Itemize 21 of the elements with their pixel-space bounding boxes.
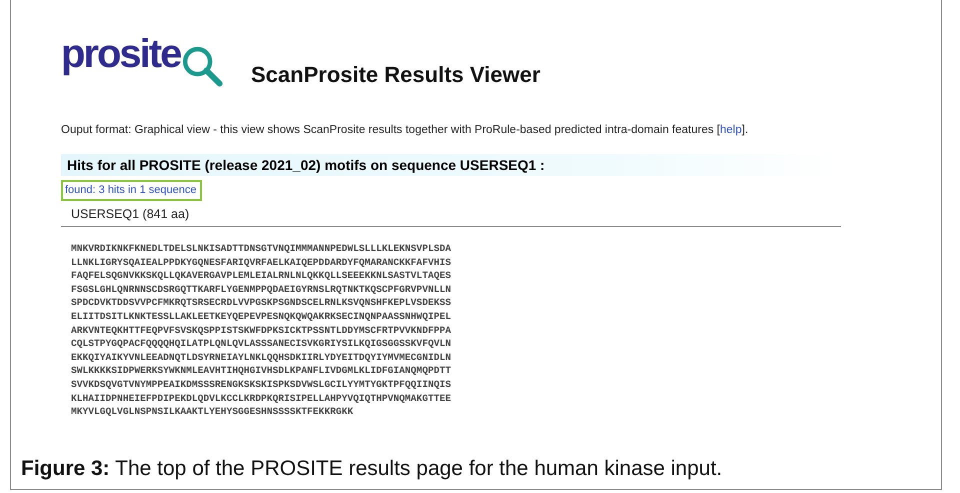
sequence-line: SVVKDSQVGTVNYMPPEAIKDMSSSRENGKSKSKISPKSDVWSLGCILYYMTYGKTPFQQIINQIS xyxy=(71,378,451,392)
figure-caption: Figure 3: The top of the PROSITE results page for the human kinase input. xyxy=(20,457,724,482)
found-link[interactable]: found: 3 hits in 1 sequence xyxy=(61,180,202,201)
sequence-line: CQLSTPYGQPACFQQQQHQILATPLQNLQVLASSSANECISVKGRIYSILKQIGSGGSSKVFQVLN xyxy=(71,337,451,351)
description-text: Ouput format: Graphical view - this view shows ScanProsite results together with ProRule-based predicted intra-domain features [help]. xyxy=(61,124,750,136)
sequence-line: KLHAIIDPNHEIEFPDIPEKDLQDVLKCCLKRDPKQRISIPELLAHPYVQIQTHPVNQMAKGTTEE xyxy=(71,392,451,406)
sequence-name: USERSEQ1 (841 aa) xyxy=(61,202,841,227)
help-link[interactable]: help xyxy=(720,124,742,136)
sequence-line: SWLKKKKSIDPWERKSYWKNMLEAVHTIHQHGIVHSDLKPANFLIVDGMLKLIDFGIANQMQPDTT xyxy=(71,364,451,378)
sequence-line: SPDCDVKTDDSVVPCFMKRQTSRSECRDLVVPGSKPSGNDSCELRNLKSVQNSHFKEPLVSDEKSS xyxy=(71,296,451,310)
sequence-line: ARKVNTEQKHTTFEQPVFSVSKQSPPISTSKWFDPKSICKTPSSNTLDDYMSCFRTPVVKNDFPPA xyxy=(71,324,451,338)
sequence-line: LLNKLIGRYSQAIEALPPDKYGQNESFARIQVRFAELKAIQEPDDARDYFQMARANCKKFAFVHIS xyxy=(71,256,451,270)
logo-text: prosite xyxy=(61,31,180,78)
sequence-line: MKYVLGQLVGLNSPNSILKAAKTLYEHYSGGESHNSSSSKTFEKKRGKK xyxy=(71,405,354,419)
sequence-line: MNKVRDIKNKFKNEDLTDELSLNKISADTTDNSGTVNQIMMMANNPEDWLSLLLKLEKNSVPLSDA xyxy=(71,242,451,256)
sequence-line: FSGSLGHLQNRNNSCDSRGQTTKARFLYGENMPPQDAEIGYRNSLRQTNKTKQSCPFGRVPVNLLN xyxy=(71,282,451,296)
sequence-line: EKKQIYAIKYVNLEEADNQTLDSYRNEIAYLNKLQQHSDKIIRLYDYEITDQYIYMVMECGNIDLN xyxy=(71,350,451,364)
page-title: ScanProsite Results Viewer xyxy=(251,62,540,88)
sequence-line: FAQFELSQGNVKKSKQLLQKAVERGAVPLEMLEIALRNLNLQKKQLLSEEEKKNLSASTVLTAQES xyxy=(71,269,451,283)
magnifier-icon xyxy=(180,44,224,88)
sequence-line: ELIITDSITLKNKTESSLLAKLEETKEYQEPEVPESNQKQWQAKRKSECINQNPAASSNHWQIPEL xyxy=(71,310,451,324)
